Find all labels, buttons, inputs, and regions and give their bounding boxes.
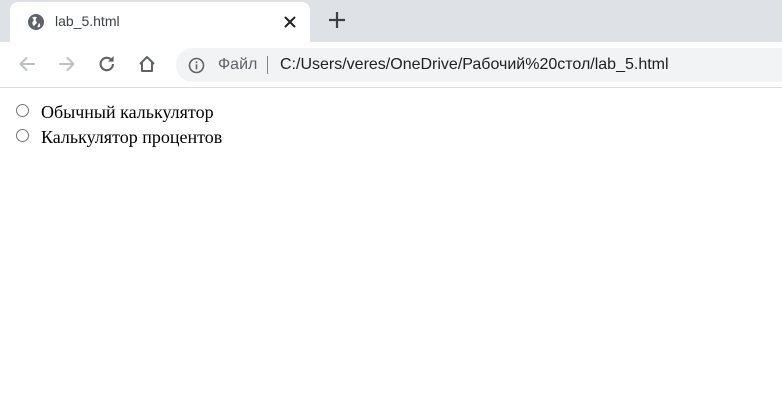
- url-text[interactable]: C:/Users/veres/OneDrive/Рабочий%20стол/l…: [280, 56, 669, 74]
- close-icon[interactable]: [280, 12, 300, 32]
- plus-icon[interactable]: [326, 9, 348, 31]
- tab-strip: lab_5.html: [0, 0, 782, 42]
- radio-button[interactable]: [16, 129, 29, 142]
- home-icon[interactable]: [136, 53, 158, 75]
- info-icon[interactable]: [188, 57, 205, 74]
- arrow-right-icon[interactable]: [56, 53, 78, 75]
- omnibox-divider: [267, 56, 268, 74]
- radio-label[interactable]: Обычный калькулятор: [41, 101, 214, 123]
- address-bar[interactable]: Файл C:/Users/veres/OneDrive/Рабочий%20с…: [176, 48, 782, 82]
- security-label[interactable]: Файл: [218, 56, 257, 74]
- radio-label[interactable]: Калькулятор процентов: [41, 126, 222, 148]
- toolbar: Файл C:/Users/veres/OneDrive/Рабочий%20с…: [0, 42, 782, 88]
- page-content: Обычный калькулятор Калькулятор проценто…: [0, 88, 782, 409]
- radio-button[interactable]: [16, 104, 29, 117]
- tab-title: lab_5.html: [55, 13, 120, 29]
- arrow-left-icon[interactable]: [16, 53, 38, 75]
- browser-window: lab_5.html Файл C:/Users/veres/OneDrive/…: [0, 0, 782, 409]
- reload-icon[interactable]: [96, 53, 118, 75]
- tab-active[interactable]: lab_5.html: [10, 2, 310, 42]
- globe-icon: [28, 14, 44, 30]
